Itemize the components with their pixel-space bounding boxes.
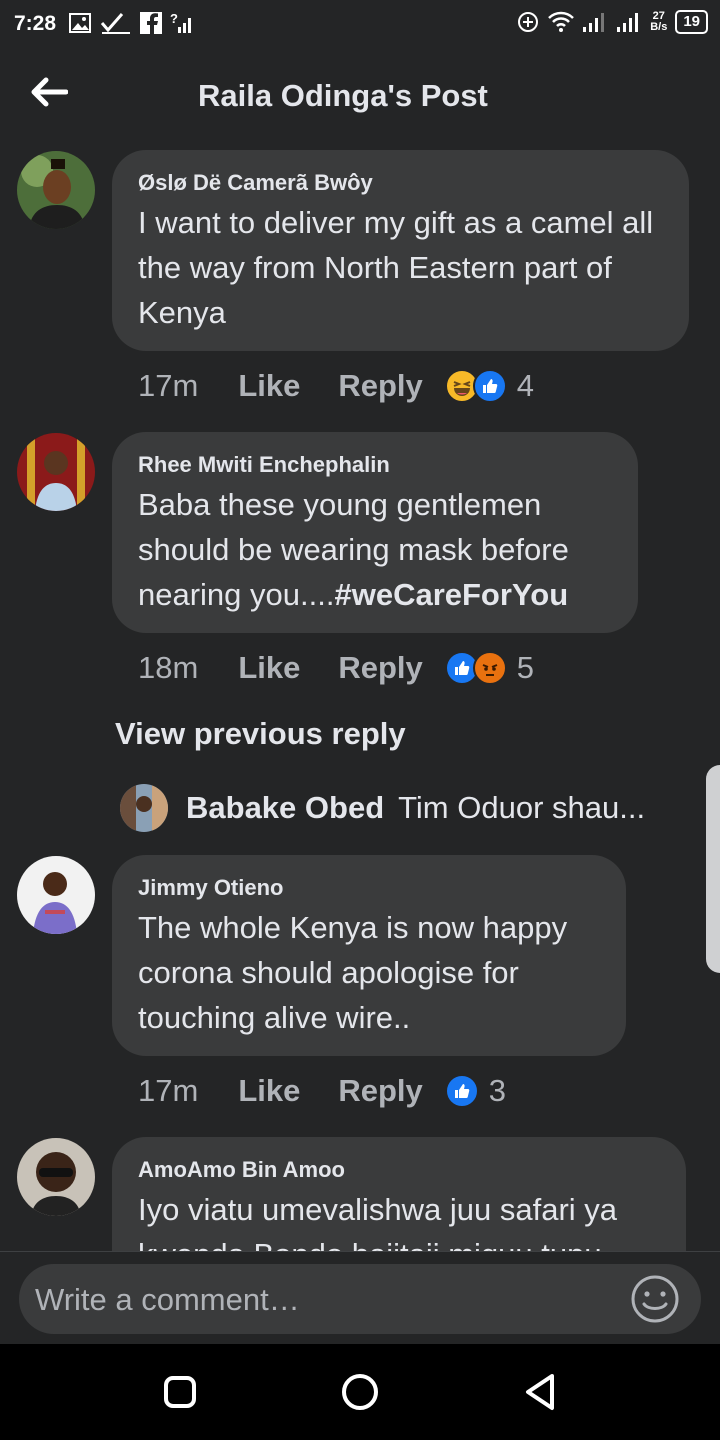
reply-text: Tim Oduor shau... (398, 790, 646, 825)
square-icon (164, 1376, 196, 1408)
data-saver-icon (518, 12, 539, 32)
status-time: 7:28 (14, 12, 57, 35)
avatar[interactable] (17, 151, 95, 229)
triangle-back-icon (526, 1374, 554, 1410)
angry-icon (472, 651, 507, 685)
reply-preview[interactable]: Babake Obed Tim Oduor shau... (120, 784, 645, 832)
arrow-left-icon (31, 77, 68, 107)
system-nav-bar (0, 1344, 720, 1440)
back-nav-button[interactable] (510, 1368, 570, 1416)
network-rate: 27 B/s (650, 11, 667, 33)
comment-time[interactable]: 18m (138, 650, 198, 686)
comment-author[interactable]: Øslø Dë Camerã Bwôy (138, 170, 373, 196)
signal-question-icon: ? (170, 11, 191, 33)
recents-button[interactable] (150, 1368, 210, 1416)
home-button[interactable] (330, 1368, 390, 1416)
like-button[interactable]: Like (238, 1073, 300, 1109)
like-button[interactable]: Like (238, 650, 300, 686)
gallery-icon (69, 13, 91, 33)
reply-author: Babake Obed (186, 790, 385, 825)
comment-actions: 17m Like Reply 4 (138, 366, 534, 406)
battery-indicator: 19 (675, 10, 708, 34)
reaction-count: 5 (516, 650, 535, 685)
avatar[interactable] (17, 1138, 95, 1216)
check-icon (100, 13, 130, 34)
reaction-summary[interactable]: 5 (444, 650, 535, 686)
scroll-handle[interactable] (706, 765, 720, 973)
comment-time[interactable]: 17m (138, 368, 198, 404)
comment-input[interactable] (33, 1264, 627, 1336)
emoji-icon[interactable] (629, 1273, 681, 1325)
reaction-count: 4 (516, 368, 535, 403)
page-title: Raila Odinga's Post (198, 78, 488, 113)
like-icon (444, 1074, 479, 1108)
like-button[interactable]: Like (238, 368, 300, 404)
signal-icon (583, 13, 605, 32)
circle-icon (342, 1374, 378, 1410)
signal-icon-2 (617, 13, 639, 32)
comment-author[interactable]: AmoAmo Bin Amoo (138, 1157, 345, 1183)
comment-bubble[interactable]: Jimmy Otieno The whole Kenya is now happ… (112, 855, 626, 1056)
reply-button[interactable]: Reply (338, 1073, 422, 1109)
notification-icons: ? (68, 11, 196, 35)
comment-author[interactable]: Rhee Mwiti Enchephalin (138, 452, 390, 478)
reply-button[interactable]: Reply (338, 368, 422, 404)
view-previous-reply-link[interactable]: View previous reply (115, 716, 406, 752)
avatar[interactable] (17, 433, 95, 511)
comment-bubble[interactable]: Øslø Dë Camerã Bwôy I want to deliver my… (112, 150, 689, 351)
comment-text: The whole Kenya is now happy corona shou… (138, 910, 568, 1035)
facebook-icon (140, 12, 162, 35)
status-bar: 7:28 ? 27 B/s 19 (0, 0, 720, 50)
reaction-count: 3 (488, 1073, 507, 1108)
svg-text:?: ? (170, 11, 178, 26)
network-rate-unit: B/s (650, 21, 668, 33)
like-icon (472, 369, 507, 403)
comment-actions: 17m Like Reply 3 (138, 1071, 506, 1111)
comment-bubble[interactable]: Rhee Mwiti Enchephalin Baba these young … (112, 432, 638, 633)
comment-author[interactable]: Jimmy Otieno (138, 875, 283, 901)
comment-text: I want to deliver my gift as a camel all… (138, 205, 654, 330)
status-right: 27 B/s 19 (516, 10, 708, 34)
header: Raila Odinga's Post (0, 52, 720, 142)
hashtag-link[interactable]: #weCareForYou (334, 577, 568, 612)
comment-actions: 18m Like Reply 5 (138, 648, 534, 688)
comment-composer (19, 1264, 701, 1336)
reply-button[interactable]: Reply (338, 650, 422, 686)
avatar (120, 784, 168, 832)
back-button[interactable] (24, 70, 74, 114)
comment-text: Baba these young gentlemen should be wea… (138, 482, 628, 617)
reaction-summary[interactable]: 3 (444, 1073, 507, 1109)
comment-time[interactable]: 17m (138, 1073, 198, 1109)
reaction-summary[interactable]: 4 (444, 368, 535, 404)
comment-composer-bar (0, 1251, 720, 1344)
wifi-icon (548, 11, 575, 32)
avatar[interactable] (17, 856, 95, 934)
